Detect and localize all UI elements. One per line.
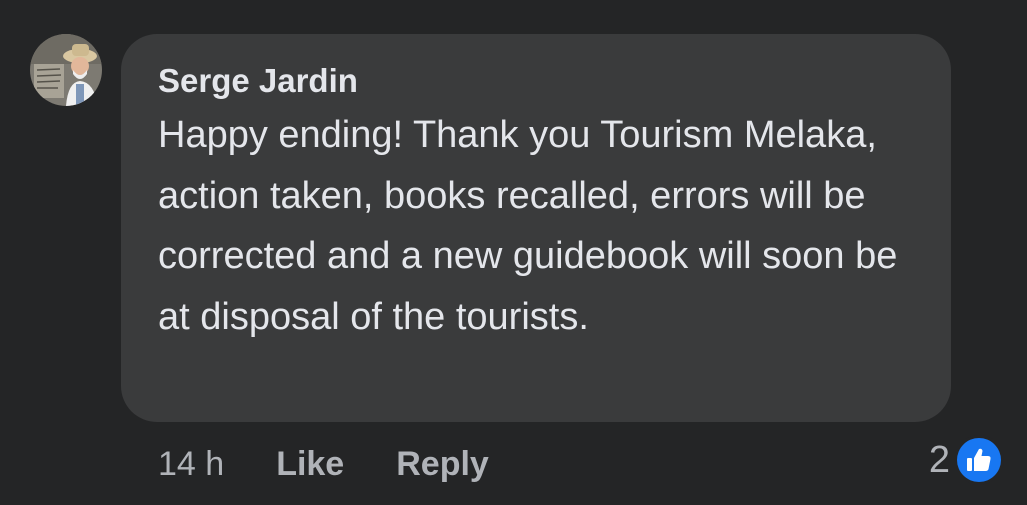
avatar-photo [30,34,102,106]
thumbs-up-icon [954,435,1004,485]
reaction-count: 2 [928,438,950,481]
timestamp[interactable]: 14 h [158,445,224,484]
author-name[interactable]: Serge Jardin [158,60,921,102]
comment-actions: 14 h Like Reply [158,440,541,488]
avatar[interactable] [30,34,102,106]
comment-thread: Serge Jardin Happy ending! Thank you Tou… [0,0,1027,505]
comment-text: Happy ending! Thank you Tourism Melaka, … [158,114,898,338]
like-button[interactable]: Like [276,445,344,484]
comment-bubble: Serge Jardin Happy ending! Thank you Tou… [121,34,951,422]
reaction-summary[interactable]: 2 [929,434,1004,486]
reply-button[interactable]: Reply [396,445,489,484]
